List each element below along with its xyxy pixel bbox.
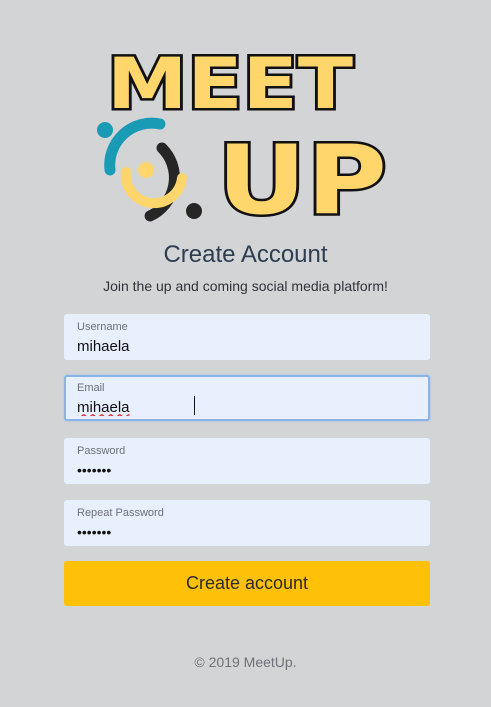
repeat-password-label: Repeat Password bbox=[77, 507, 164, 519]
password-label: Password bbox=[77, 445, 126, 457]
page-title: Create Account bbox=[163, 241, 328, 268]
password-field[interactable]: Password bbox=[64, 438, 430, 484]
email-field[interactable]: Email bbox=[64, 375, 430, 421]
footer-copyright: © 2019 MeetUp. bbox=[194, 654, 297, 670]
username-input[interactable] bbox=[77, 336, 417, 356]
repeat-password-input[interactable] bbox=[77, 522, 417, 542]
page-subtitle: Join the up and coming social media plat… bbox=[103, 278, 388, 294]
meetup-logo: MEET UP bbox=[90, 28, 390, 228]
people-circle-logo-icon bbox=[97, 117, 202, 222]
logo-text-up: UP bbox=[217, 126, 387, 228]
username-field[interactable]: Username bbox=[64, 314, 430, 360]
email-input[interactable] bbox=[77, 397, 417, 417]
meetup-logo-graphic: MEET UP bbox=[97, 41, 390, 228]
text-caret bbox=[194, 396, 195, 415]
repeat-password-field[interactable]: Repeat Password bbox=[64, 500, 430, 546]
email-label: Email bbox=[77, 382, 105, 394]
create-account-button[interactable]: Create account bbox=[64, 561, 430, 606]
username-label: Username bbox=[77, 321, 128, 333]
password-input[interactable] bbox=[77, 460, 417, 480]
logo-text-meet: MEET bbox=[107, 43, 353, 125]
